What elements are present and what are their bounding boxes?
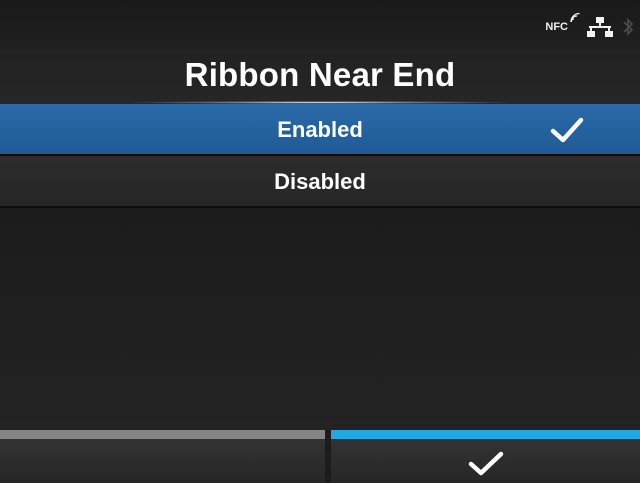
option-disabled[interactable]: Disabled bbox=[0, 156, 640, 208]
option-label: Enabled bbox=[277, 117, 363, 142]
nfc-icon: NFC bbox=[545, 13, 580, 33]
network-icon bbox=[586, 16, 614, 38]
header: Ribbon Near End bbox=[0, 50, 640, 104]
confirm-check-icon bbox=[468, 451, 504, 482]
back-button[interactable] bbox=[0, 430, 325, 483]
confirm-button[interactable] bbox=[331, 430, 640, 483]
option-label: Disabled bbox=[274, 169, 366, 194]
status-bar: NFC bbox=[0, 0, 640, 50]
status-icons: NFC bbox=[545, 13, 634, 40]
selected-check-icon bbox=[550, 116, 584, 149]
page-title: Ribbon Near End bbox=[184, 56, 456, 93]
nfc-label: NFC bbox=[545, 21, 568, 33]
screen: NFC Ribbon Near End Enabled Disabled bbox=[0, 0, 640, 483]
list-empty-area bbox=[0, 210, 640, 430]
footer bbox=[0, 430, 640, 483]
bluetooth-icon bbox=[622, 15, 634, 39]
option-list: Enabled Disabled bbox=[0, 104, 640, 208]
option-enabled[interactable]: Enabled bbox=[0, 104, 640, 156]
